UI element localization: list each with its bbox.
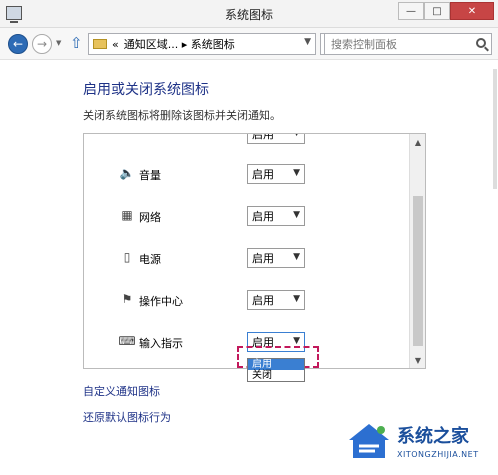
- window-scroll-thumb[interactable]: [493, 69, 497, 189]
- watermark-text: 系统之家: [397, 426, 469, 447]
- address-bar[interactable]: « 通知区域... ▸ 系统图标 ▼: [88, 33, 316, 55]
- house-logo-icon: [349, 424, 389, 458]
- system-icons-panel: 启用 ▼ 🔈 音量 启用 ▼ ▦ 网络 启用 ▼ ▯ 电源 启用 ▼ ⚑ 操作中…: [83, 133, 426, 369]
- clock-icon: [120, 134, 134, 140]
- scroll-thumb[interactable]: [413, 196, 423, 346]
- list-item: 启用 ▼: [84, 133, 411, 146]
- navigation-bar: ← → ▼ ⇧ « 通知区域... ▸ 系统图标 ▼ ↻ 搜索控制面板: [0, 28, 498, 60]
- row-label: 操作中心: [139, 295, 183, 308]
- chevron-down-icon: ▼: [293, 133, 300, 138]
- list-item-network: ▦ 网络 启用 ▼: [84, 204, 411, 228]
- panel-scrollbar[interactable]: ▲ ▼: [409, 134, 425, 368]
- watermark: 系统之家 XITONGZHIJIA.NET: [345, 410, 498, 475]
- arrow-right-icon: →: [36, 37, 48, 51]
- network-icon: ▦: [121, 208, 133, 222]
- customize-notification-icons-link[interactable]: 自定义通知图标: [83, 383, 171, 399]
- search-placeholder: 搜索控制面板: [331, 38, 397, 51]
- row-label: 网络: [139, 211, 161, 224]
- search-icon: [476, 38, 486, 48]
- arrow-left-icon: ←: [12, 37, 24, 51]
- up-button[interactable]: ⇧: [70, 34, 83, 52]
- links-section: 自定义通知图标 还原默认图标行为: [83, 383, 171, 435]
- back-button[interactable]: ←: [8, 34, 28, 54]
- address-dropdown-icon[interactable]: ▼: [304, 37, 311, 47]
- title-bar: 系统图标 — □ ✕: [0, 0, 498, 28]
- chevron-down-icon: ▼: [293, 294, 300, 304]
- close-button[interactable]: ✕: [450, 2, 494, 20]
- watermark-domain: XITONGZHIJIA.NET: [397, 450, 479, 459]
- scroll-down-icon[interactable]: ▼: [410, 352, 425, 368]
- minimize-button[interactable]: —: [398, 2, 424, 20]
- volume-select[interactable]: 启用 ▼: [247, 164, 305, 184]
- chevron-down-icon: ▼: [293, 210, 300, 220]
- power-select[interactable]: 启用 ▼: [247, 248, 305, 268]
- list-item-action-center: ⚑ 操作中心 启用 ▼: [84, 288, 411, 312]
- network-select[interactable]: 启用 ▼: [247, 206, 305, 226]
- address-text: 通知区域... ▸ 系统图标: [123, 38, 235, 51]
- chevron-down-icon: ▼: [293, 252, 300, 262]
- window-controls: — □ ✕: [398, 2, 494, 20]
- keyboard-icon: ⌨: [118, 334, 136, 348]
- row-label: 输入指示: [139, 337, 183, 350]
- chevron-down-icon: ▼: [293, 336, 300, 346]
- row-label: 电源: [139, 253, 161, 266]
- scroll-up-icon[interactable]: ▲: [410, 134, 425, 150]
- forward-button[interactable]: →: [32, 34, 52, 54]
- row-label: 音量: [139, 169, 161, 182]
- page-heading: 启用或关闭系统图标: [83, 82, 209, 98]
- arrow-up-icon: ⇧: [70, 34, 83, 52]
- address-prefix: «: [112, 37, 119, 51]
- dropdown-option-enable[interactable]: 启用: [248, 359, 304, 370]
- action-center-select[interactable]: 启用 ▼: [247, 290, 305, 310]
- power-icon: ▯: [123, 250, 131, 264]
- input-indicator-dropdown-list[interactable]: 启用 关闭: [247, 358, 305, 382]
- maximize-button[interactable]: □: [424, 2, 450, 20]
- dropdown-option-disable[interactable]: 关闭: [248, 370, 304, 381]
- page-description: 关闭系统图标将删除该图标并关闭通知。: [83, 109, 281, 122]
- window-scrollbar[interactable]: [492, 61, 498, 361]
- list-item-volume: 🔈 音量 启用 ▼: [84, 162, 411, 186]
- recent-pages-dropdown[interactable]: ▼: [56, 39, 61, 47]
- search-input[interactable]: 搜索控制面板: [324, 33, 492, 55]
- list-item-power: ▯ 电源 启用 ▼: [84, 246, 411, 270]
- speaker-icon: 🔈: [119, 166, 135, 180]
- folder-icon: [93, 39, 107, 49]
- icon-state-select[interactable]: 启用 ▼: [247, 133, 305, 144]
- flag-icon: ⚑: [121, 292, 133, 306]
- chevron-down-icon: ▼: [293, 168, 300, 178]
- restore-default-icon-behavior-link[interactable]: 还原默认图标行为: [83, 409, 171, 425]
